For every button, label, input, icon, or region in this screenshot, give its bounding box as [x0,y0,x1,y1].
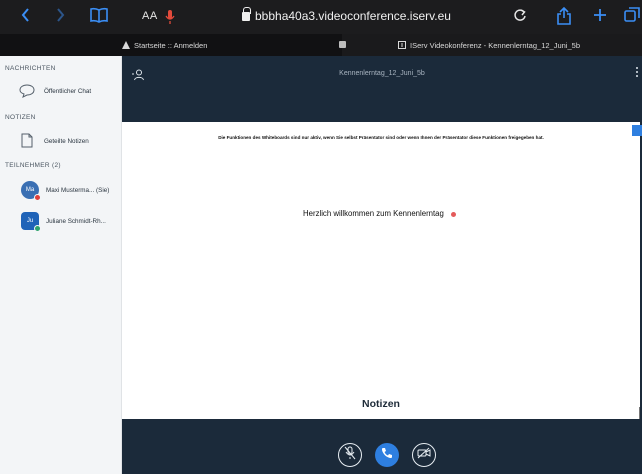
tab-label: Startseite :: Anmelden [134,40,208,50]
sidebar-item-shared-notes[interactable]: Geteilte Notizen [0,130,122,152]
sidebar-item-public-chat[interactable]: Öffentlicher Chat [0,80,122,102]
text-size-button[interactable]: AA [142,10,158,22]
notes-title: Notizen [362,398,400,410]
document-icon [21,133,33,153]
audio-phone-button[interactable] [375,443,399,467]
controls-bar [122,419,642,474]
meeting-header: Kennenlerntag_12_Juni_5b [122,56,642,122]
sidebar-item-label: Öffentlicher Chat [44,88,92,95]
presentation-toggle-button[interactable] [632,125,642,136]
sidebar-item-label: Geteilte Notizen [44,138,89,145]
scrollbar[interactable] [639,407,640,419]
url-text-wrapper: bbbha40a3.videoconference.iserv.eu [242,7,451,23]
presenter-cursor-icon [451,212,456,217]
participant-name: Juliane Schmidt-Rh... [46,218,106,225]
welcome-text: Herzlich willkommen zum Kennenlerntag [303,209,444,218]
back-chevron-left-icon[interactable] [20,7,30,26]
messages-header: NACHRICHTEN [5,65,56,72]
tab-label: IServ Videokonferenz - Kennenlerntag_12_… [410,40,580,50]
bookmarks-book-icon[interactable] [90,7,108,26]
camera-off-icon [417,446,431,464]
tabs-icon[interactable] [624,7,640,26]
participants-header: TEILNEHMER (2) [5,162,61,169]
address-bar[interactable]: AA bbbha40a3.videoconference.iserv.eu [132,6,552,28]
chat-bubble-icon [19,84,35,103]
participant-row[interactable]: Ma Maxi Musterma... (Sie) [0,178,122,204]
iserv-favicon-icon [122,41,130,49]
sidebar: NACHRICHTEN Öffentlicher Chat NOTIZEN Ge… [0,56,122,474]
browser-toolbar: AA bbbha40a3.videoconference.iserv.eu [0,0,642,34]
new-tab-plus-icon[interactable] [593,7,607,25]
tab-bar: Startseite :: Anmelden IServ Videokonfer… [0,34,642,56]
phone-icon [381,446,393,464]
url-text: bbbha40a3.videoconference.iserv.eu [255,9,451,23]
mic-off-icon [344,446,356,465]
share-icon[interactable] [557,6,571,28]
tab-close-icon[interactable] [339,41,346,48]
online-status-badge [34,225,41,232]
participant-name: Maxi Musterma... (Sie) [46,187,110,194]
camera-off-button[interactable] [412,443,436,467]
meeting-title: Kennenlerntag_12_Juni_5b [339,70,425,77]
reload-icon[interactable] [513,7,527,26]
mic-off-button[interactable] [338,443,362,467]
participant-row[interactable]: Ju Juliane Schmidt-Rh... [0,209,122,235]
lock-icon [242,7,251,21]
muted-status-badge [34,194,41,201]
tab-startseite[interactable]: Startseite :: Anmelden [122,34,342,56]
microphone-icon[interactable] [165,9,175,25]
whiteboard[interactable]: Die Funktionen des Whiteboards sind nur … [122,122,640,419]
forward-chevron-right-icon[interactable] [56,7,66,26]
iserv-favicon-icon [398,41,406,49]
tab-videokonferenz[interactable]: IServ Videokonferenz - Kennenlerntag_12_… [342,34,642,56]
options-menu-icon[interactable] [636,67,638,79]
notes-header: NOTIZEN [5,114,36,121]
whiteboard-notice: Die Funktionen des Whiteboards sind nur … [218,135,544,140]
